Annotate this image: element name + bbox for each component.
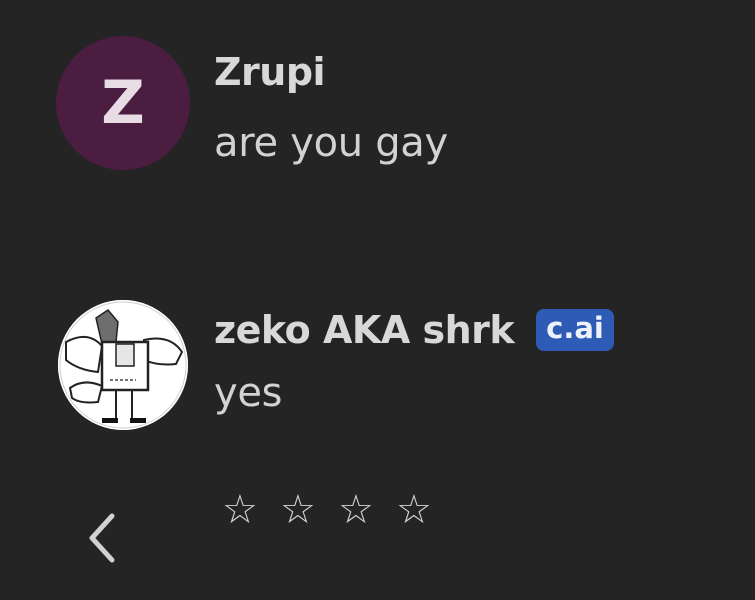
author-row: Zrupi bbox=[214, 50, 448, 94]
author-name: Zrupi bbox=[214, 50, 326, 94]
star-icon[interactable]: ☆ bbox=[222, 490, 280, 530]
author-row: zeko AKA shrk c.ai bbox=[214, 308, 614, 352]
star-rating: ☆ ☆ ☆ ☆ bbox=[222, 490, 454, 530]
star-icon[interactable]: ☆ bbox=[396, 490, 454, 530]
bot-message: zeko AKA shrk c.ai yes bbox=[56, 300, 614, 430]
message-text: yes bbox=[214, 370, 283, 416]
star-icon[interactable]: ☆ bbox=[280, 490, 338, 530]
chat-window: Z Zrupi are you gay zeko AKA shrk c.ai y… bbox=[0, 0, 755, 600]
user-avatar[interactable]: Z bbox=[56, 36, 190, 170]
previous-response-button[interactable] bbox=[82, 508, 122, 568]
star-icon[interactable]: ☆ bbox=[338, 490, 396, 530]
author-name: zeko AKA shrk bbox=[214, 308, 515, 352]
message-text: are you gay bbox=[214, 120, 448, 166]
chevron-left-icon bbox=[89, 513, 115, 563]
sketch-character-avatar-icon bbox=[58, 300, 188, 430]
message-content: zeko AKA shrk c.ai yes bbox=[214, 308, 614, 416]
message-content: Zrupi are you gay bbox=[214, 50, 448, 166]
user-message: Z Zrupi are you gay bbox=[56, 36, 448, 170]
bot-avatar[interactable] bbox=[58, 300, 188, 430]
ai-badge: c.ai bbox=[536, 309, 614, 351]
avatar-letter: Z bbox=[101, 68, 145, 138]
